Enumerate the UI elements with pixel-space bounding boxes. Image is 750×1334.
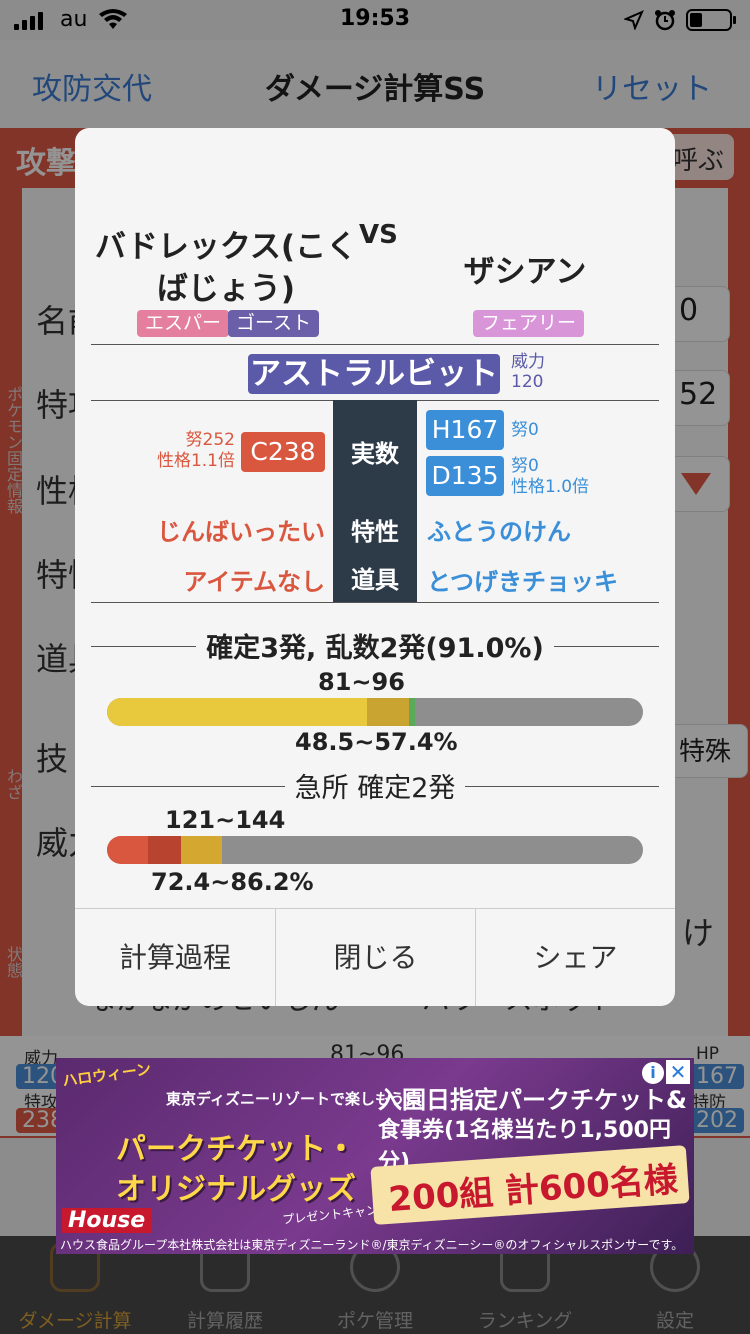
ad-tag: ハロウィーン	[61, 1059, 153, 1091]
attacker-item: アイテムなし	[183, 568, 325, 596]
crit-bar-extra	[180, 836, 222, 864]
damage-bar	[107, 698, 643, 726]
ad-close-icon[interactable]: ✕	[666, 1060, 690, 1084]
ad-headline-1: パークチケット・	[116, 1132, 356, 1167]
divider	[91, 602, 659, 603]
attacker-ability: じんばいったい	[157, 518, 325, 546]
defender-ability: ふとうのけん	[427, 518, 571, 546]
defender-hp: H167	[426, 410, 504, 450]
crit-range: 121~144	[165, 806, 286, 834]
ad-brand-logo: House	[62, 1208, 152, 1233]
item-label: 道具	[351, 566, 399, 594]
defender-hp-ev: 努0	[511, 420, 539, 440]
ad-info-icon[interactable]: i	[642, 1062, 664, 1084]
share-button[interactable]: シェア	[475, 909, 675, 1006]
modal-buttons: 計算過程 閉じる シェア	[75, 908, 675, 1006]
attacker-type-2: ゴースト	[228, 310, 320, 337]
attacker-ev: 努252 性格1.1倍	[135, 430, 235, 472]
ad-line1: 東京ディズニーリゾートで楽しもう!	[166, 1090, 412, 1108]
attacker-ev-text: 努252	[185, 430, 235, 450]
damage-bar-range	[366, 698, 409, 726]
crit-heading-text: 急所 確定2発	[284, 773, 466, 804]
crit-percent: 72.4~86.2%	[151, 868, 314, 896]
move-power-value: 120	[511, 372, 544, 392]
result-heading-text: 確定3発, 乱数2発(91.0%)	[196, 633, 554, 664]
ad-headline-2: オリジナルグッズ	[116, 1172, 356, 1207]
damage-range: 81~96	[318, 668, 405, 696]
divider	[91, 344, 659, 345]
attacker-name: バドレックス(こくばじょう)	[94, 229, 358, 307]
vs-label: VS	[359, 220, 398, 250]
attacker-type-1: エスパー	[137, 310, 230, 337]
crit-bar	[107, 836, 643, 864]
calc-process-button[interactable]: 計算過程	[75, 909, 275, 1006]
stat-label: 実数	[351, 440, 399, 468]
move-name: アストラルビット	[248, 354, 500, 394]
move-power: 威力 120	[511, 352, 545, 392]
result-heading: 確定3発, 乱数2発(91.0%)	[91, 626, 659, 665]
defender-type: フェアリー	[473, 310, 585, 337]
crit-heading: 急所 確定2発	[91, 766, 659, 805]
ad-banner[interactable]: ハロウィーン 東京ディズニーリゾートで楽しもう! パークチケット・ オリジナルグ…	[56, 1058, 694, 1254]
defender-spdef-ev: 努0 性格1.0倍	[511, 456, 589, 498]
defender-item: とつげきチョッキ	[427, 568, 619, 596]
defender-spdef-ev-text: 努0	[511, 456, 539, 476]
ad-footer: ハウス食品グループ本社株式会社は東京ディズニーランド®/東京ディズニーシー®のオ…	[60, 1238, 684, 1252]
crit-bar-range	[147, 836, 181, 864]
damage-percent: 48.5~57.4%	[295, 728, 458, 756]
close-button[interactable]: 閉じる	[275, 909, 475, 1006]
ad-right-1: 入園日指定パークチケット&	[378, 1086, 687, 1114]
attacker-stat: C238	[241, 432, 325, 472]
defender-spdef: D135	[426, 456, 504, 496]
damage-bar-marker	[408, 698, 415, 726]
ability-label: 特性	[351, 518, 399, 546]
defender-spdef-nature-text: 性格1.0倍	[511, 477, 590, 497]
move-power-label: 威力	[511, 352, 545, 372]
attacker-nature-text: 性格1.1倍	[156, 451, 235, 471]
damage-bar-min	[107, 698, 367, 726]
crit-bar-min	[107, 836, 148, 864]
defender-name: ザシアン	[463, 254, 587, 290]
result-modal: バドレックス(こくばじょう) VS ザシアン エスパー ゴースト フェアリー ア…	[75, 128, 675, 1006]
